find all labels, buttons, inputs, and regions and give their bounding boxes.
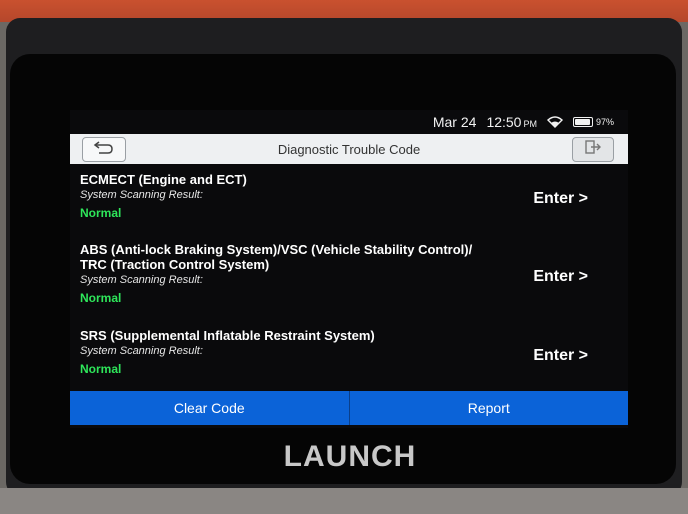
brand-logo: LAUNCH (283, 440, 417, 473)
status-time-value: 12:50 (486, 114, 522, 130)
page-title: Diagnostic Trouble Code (277, 141, 421, 157)
list-item[interactable]: ABS (Anti-lock Braking System)/VSC (Vehi… (70, 236, 628, 322)
system-name: ECMECT (Engine and ECT) (80, 172, 247, 187)
enter-button[interactable]: Enter > (533, 190, 588, 208)
battery-fill (574, 119, 591, 125)
back-arrow-icon (93, 140, 115, 159)
system-list: ECMECT (Engine and ECT) System Scanning … (70, 166, 628, 382)
back-button[interactable] (82, 137, 126, 162)
status-time-suffix: PM (523, 119, 537, 129)
photo-background-bottom (0, 488, 688, 514)
bottom-action-bar: Clear Code Report (70, 391, 628, 425)
battery-indicator: 97% (572, 117, 614, 127)
title-bar: Diagnostic Trouble Code (70, 134, 628, 164)
battery-percent: 97% (595, 117, 614, 127)
tablet-screen: Mar 24 12:50 PM 97% Diagnostic Trouble C… (70, 110, 628, 428)
enter-button[interactable]: Enter > (533, 268, 588, 286)
list-item[interactable]: SRS (Supplemental Inflatable Restraint S… (70, 322, 628, 382)
exit-icon (584, 139, 602, 160)
list-item[interactable]: ECMECT (Engine and ECT) System Scanning … (70, 166, 628, 236)
battery-icon (572, 117, 593, 127)
status-date: Mar 24 (432, 114, 477, 130)
system-name: ABS (Anti-lock Braking System)/VSC (Vehi… (80, 242, 473, 257)
system-name: SRS (Supplemental Inflatable Restraint S… (80, 328, 375, 343)
status-time: 12:50 PM (486, 114, 537, 130)
report-button[interactable]: Report (350, 391, 629, 425)
wifi-icon (546, 116, 563, 128)
clear-code-button[interactable]: Clear Code (70, 391, 349, 425)
status-bar: Mar 24 12:50 PM 97% (70, 110, 628, 134)
enter-button[interactable]: Enter > (533, 347, 588, 365)
scan-result-status: Normal (80, 291, 122, 305)
exit-button[interactable] (572, 137, 614, 162)
